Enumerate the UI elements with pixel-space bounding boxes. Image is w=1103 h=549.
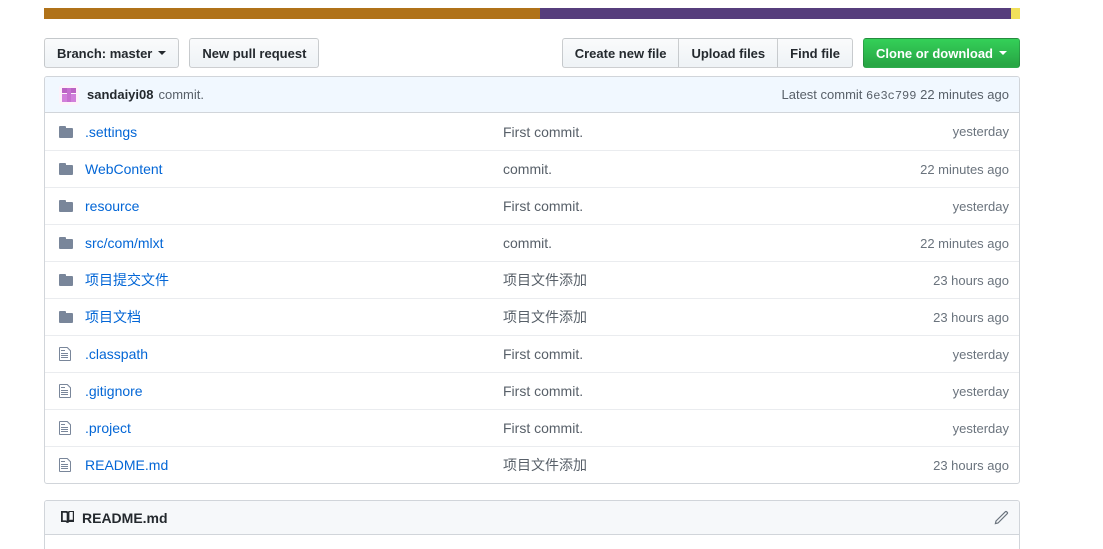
file-name-link[interactable]: README.md [85,457,168,473]
commit-sha-link[interactable]: 6e3c799 [866,89,916,103]
folder-icon [59,309,85,325]
clone-or-download-label: Clone or download [876,45,993,61]
pencil-icon[interactable] [993,510,1009,526]
table-row: WebContent commit. 22 minutes ago [45,150,1019,187]
clone-or-download-button[interactable]: Clone or download [863,38,1020,68]
file-name-link[interactable]: WebContent [85,161,163,177]
file-action-button-group: Create new file Upload files Find file [561,38,853,68]
new-pull-request-button[interactable]: New pull request [189,38,320,68]
commit-time-cell: 23 hours ago [933,272,1009,288]
commit-message-cell[interactable]: First commit. [503,383,859,399]
language-segment-java [44,8,540,19]
branch-selector-label: Branch: master [57,45,153,61]
readme-panel: README.md [44,500,1020,549]
commit-author-link[interactable]: sandaiyi08 [87,87,154,102]
repository-language-bar [44,8,1020,19]
repository-file-browser: Branch: master New pull request Create n… [0,0,1103,549]
file-icon [59,420,85,436]
file-name-cell: src/com/mlxt [85,235,503,251]
file-name-link[interactable]: resource [85,198,139,214]
find-file-button[interactable]: Find file [777,38,853,68]
file-name-link[interactable]: src/com/mlxt [85,235,164,251]
table-row: .project First commit. yesterday [45,409,1019,446]
table-row: resource First commit. yesterday [45,187,1019,224]
folder-icon [59,161,85,177]
table-row: src/com/mlxt commit. 22 minutes ago [45,224,1019,261]
repository-toolbar: Branch: master New pull request Create n… [44,38,1020,68]
file-icon [59,383,85,399]
commit-time-cell: yesterday [952,124,1009,139]
commit-time-cell: 23 hours ago [933,309,1009,325]
file-name-link[interactable]: .gitignore [85,383,143,399]
toolbar-left-group: Branch: master New pull request [44,38,320,68]
commit-message-cell[interactable]: 项目文件添加 [503,270,859,290]
commit-time-cell: yesterday [952,420,1009,436]
table-row: 项目文档 项目文件添加 23 hours ago [45,298,1019,335]
table-row: .settings First commit. yesterday [45,113,1019,150]
latest-commit-info: Latest commit 6e3c799 22 minutes ago [782,87,1010,103]
file-name-link[interactable]: 项目提交文件 [85,272,169,288]
table-row: .classpath First commit. yesterday [45,335,1019,372]
table-row: README.md 项目文件添加 23 hours ago [45,446,1019,483]
file-name-cell: WebContent [85,161,503,177]
file-listing-box: sandaiyi08 commit. Latest commit 6e3c799… [44,76,1020,484]
table-row: 项目提交文件 项目文件添加 23 hours ago [45,261,1019,298]
file-name-link[interactable]: .project [85,420,131,436]
file-name-link[interactable]: 项目文档 [85,309,141,325]
avatar [59,84,79,105]
commit-message-cell[interactable]: First commit. [503,124,859,140]
commit-time-cell: yesterday [952,198,1009,214]
folder-icon [59,235,85,251]
file-name-cell: 项目文档 [85,307,503,327]
book-icon [59,510,75,526]
commit-time-cell: yesterday [952,383,1009,399]
chevron-down-icon [999,51,1007,55]
file-name-cell: README.md [85,457,503,473]
commit-time-cell: yesterday [952,346,1009,362]
readme-header: README.md [45,501,1019,535]
commit-time-cell: 23 hours ago [933,457,1009,473]
file-icon [59,457,85,473]
file-name-cell: .classpath [85,346,503,362]
commit-time-cell: 22 minutes ago [920,161,1009,177]
file-name-link[interactable]: .classpath [85,346,148,362]
file-name-cell: .settings [85,124,503,140]
latest-commit-bar: sandaiyi08 commit. Latest commit 6e3c799… [45,77,1019,113]
language-segment-css [539,8,1012,19]
toolbar-right-group: Create new file Upload files Find file C… [561,38,1020,68]
commit-time: 22 minutes ago [920,86,1009,102]
commit-message-cell[interactable]: 项目文件添加 [503,455,859,475]
table-row: .gitignore First commit. yesterday [45,372,1019,409]
latest-commit-label: Latest commit [781,86,863,102]
commit-message[interactable]: commit. [159,87,205,102]
folder-icon [59,272,85,288]
file-name-cell: .gitignore [85,383,503,399]
readme-title: README.md [82,509,168,526]
commit-message-cell[interactable]: commit. [503,235,859,251]
commit-message-cell[interactable]: First commit. [503,420,859,436]
file-name-cell: 项目提交文件 [85,270,503,290]
branch-selector-button[interactable]: Branch: master [44,38,180,68]
file-icon [59,346,85,362]
commit-time-cell: 22 minutes ago [920,235,1009,251]
file-name-link[interactable]: .settings [85,124,137,140]
file-name-cell: .project [85,420,503,436]
commit-message-cell[interactable]: commit. [503,161,859,177]
file-row-list: .settings First commit. yesterday WebConten… [45,113,1019,483]
folder-icon [59,124,85,140]
commit-message-cell[interactable]: 项目文件添加 [503,307,859,327]
language-segment-javascript [1011,8,1020,19]
file-name-cell: resource [85,198,503,214]
commit-message-cell[interactable]: First commit. [503,346,859,362]
chevron-down-icon [158,51,167,55]
readme-content [45,535,1019,549]
commit-message-cell[interactable]: First commit. [503,198,859,214]
create-new-file-button[interactable]: Create new file [561,38,679,68]
folder-icon [59,198,85,214]
upload-files-button[interactable]: Upload files [678,38,778,68]
